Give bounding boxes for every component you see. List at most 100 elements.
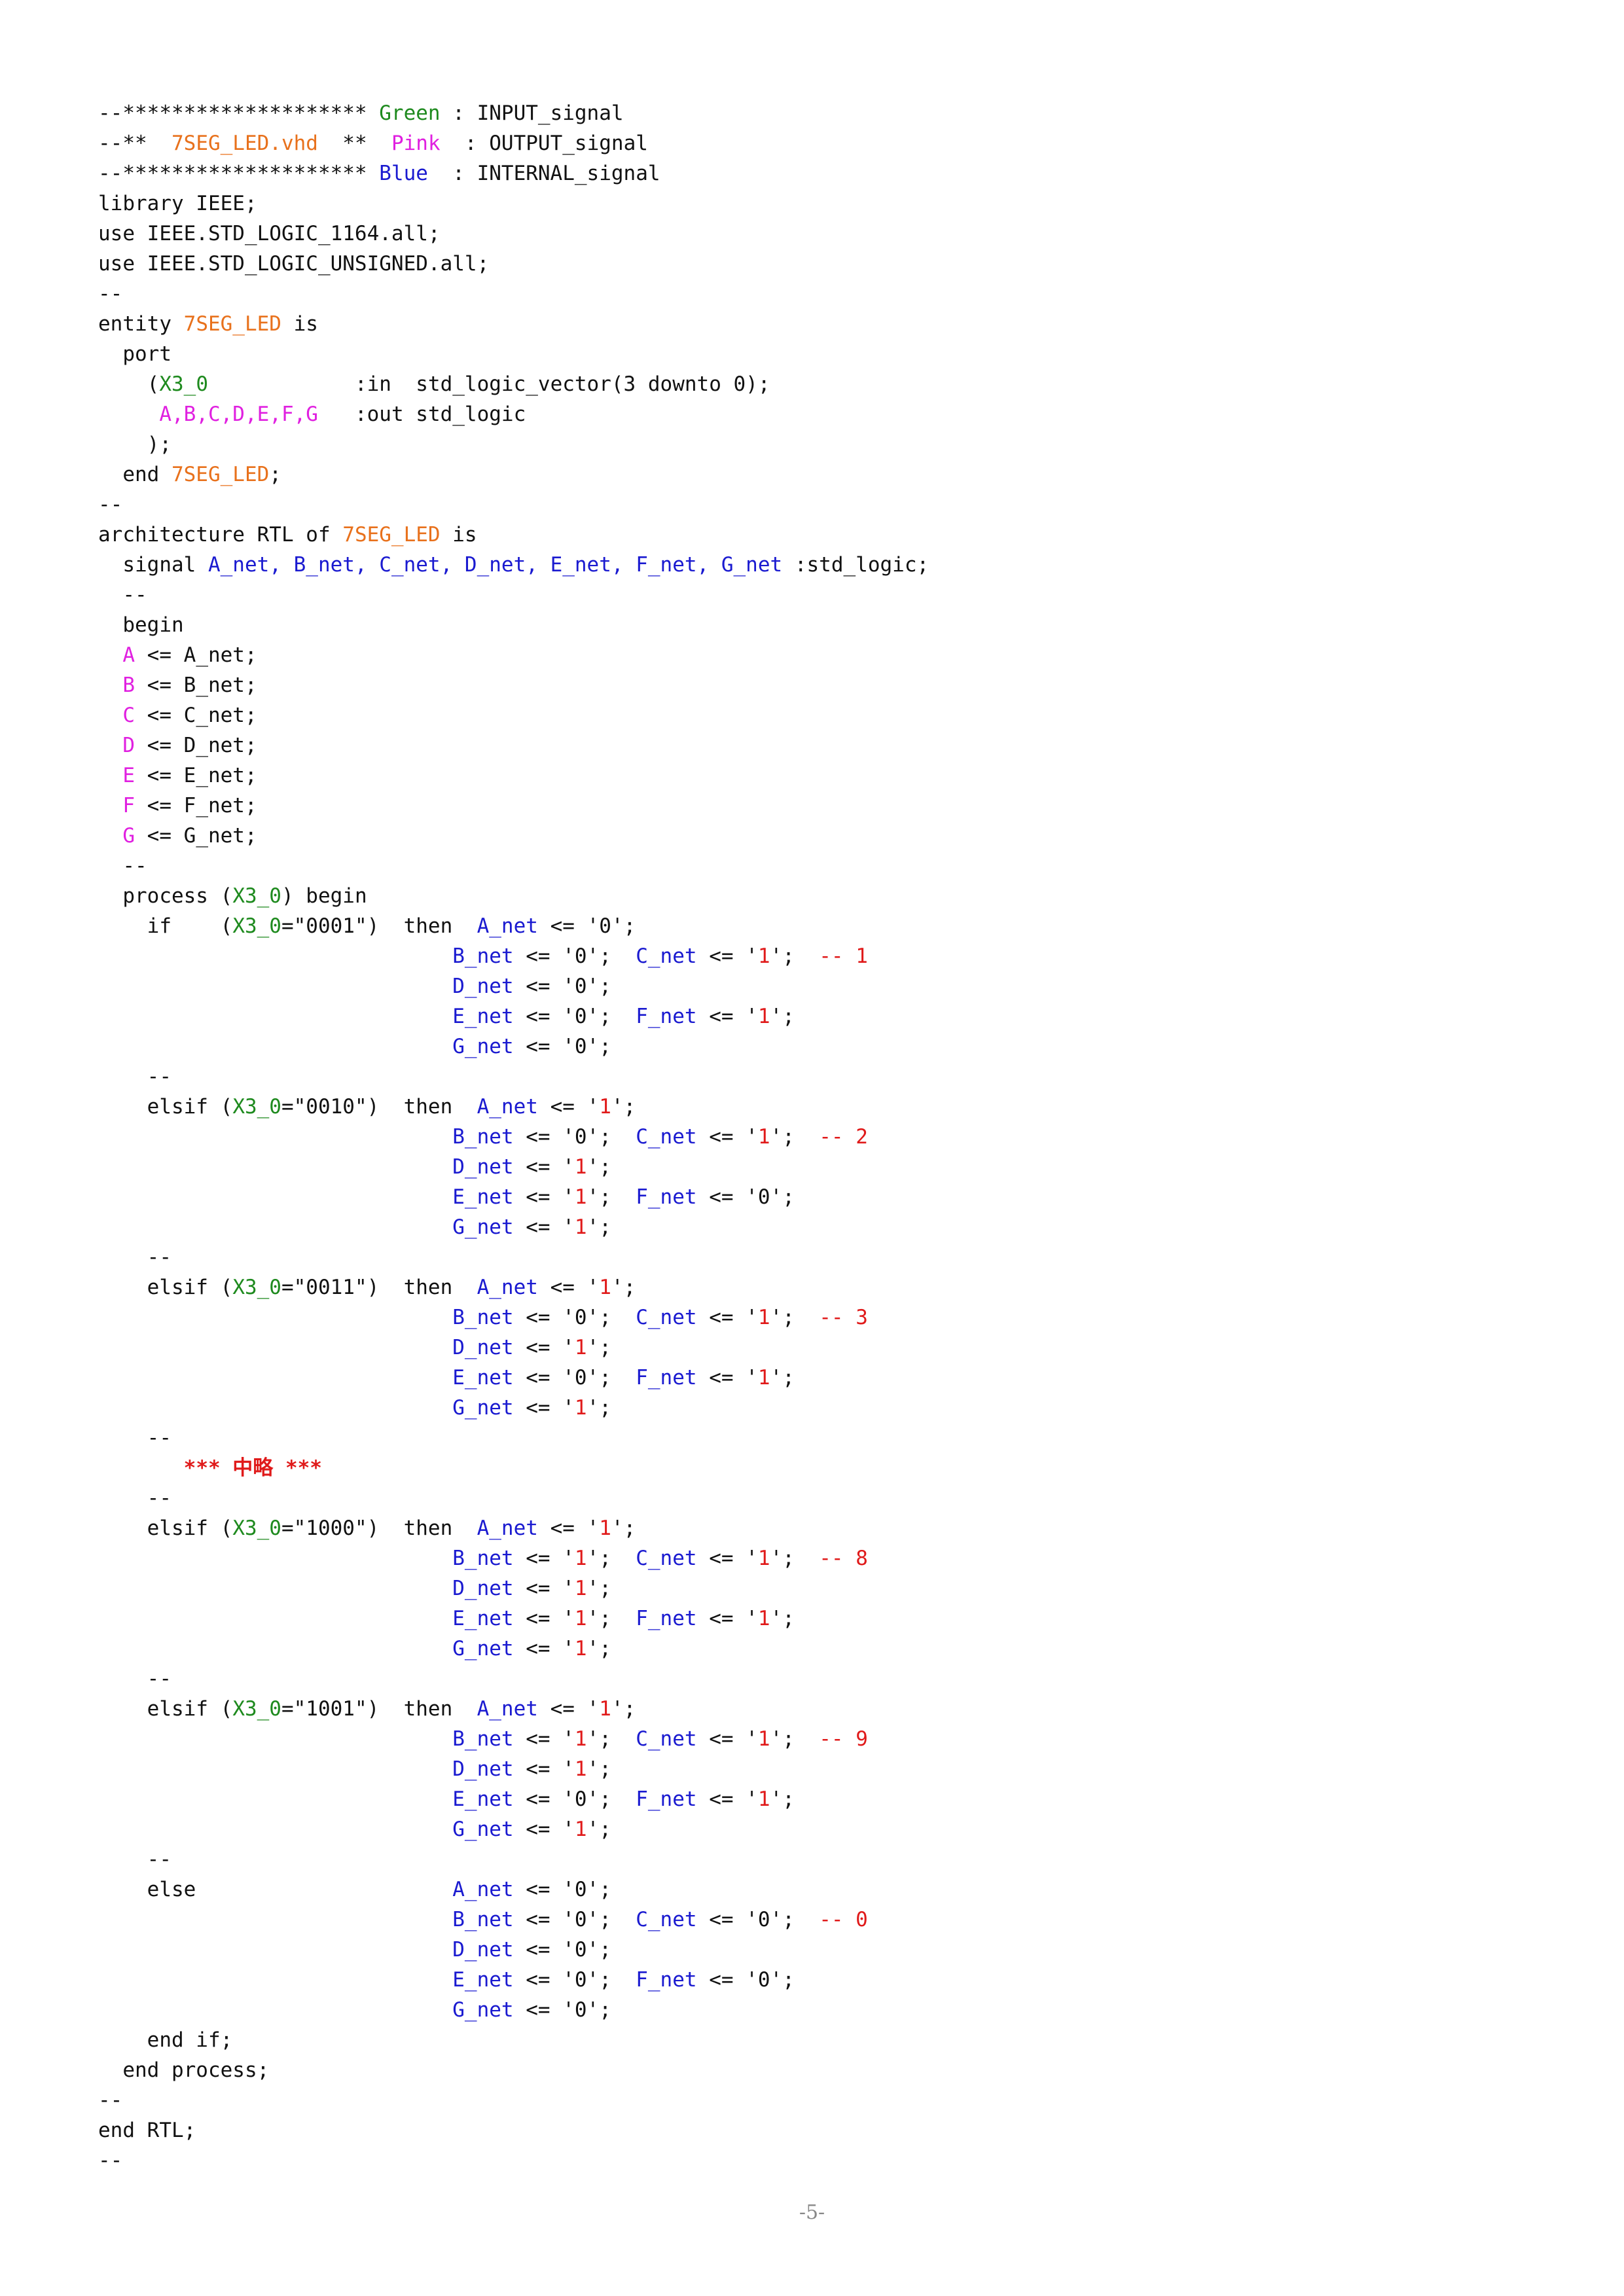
code-token: <= A_net; [135,643,257,667]
code-line: D_net <= '1'; [98,1754,929,1784]
code-token: '; [586,1577,611,1600]
code-token: is [440,523,477,547]
code-line: D_net <= '0'; [98,971,929,1001]
code-line: B_net <= '0'; C_net <= '1'; -- 2 [98,1122,929,1152]
code-token: <= ' [696,1547,758,1570]
code-listing: --******************** Green : INPUT_sig… [98,98,929,2176]
code-token: F_net [636,1607,697,1630]
code-token: E [122,764,135,787]
code-line: G_net <= '1'; [98,1393,929,1423]
code-line: else A_net <= '0'; [98,1874,929,1905]
code-token: Pink [391,132,441,155]
code-line: -- [98,2145,929,2176]
code-token: X3_0 [232,1516,281,1540]
code-line: port [98,339,929,369]
code-token: <= D_net; [135,734,257,757]
code-token: 1 [574,1155,587,1179]
code-line: -- [98,279,929,309]
code-token: 1 [574,1607,587,1630]
code-token: <= '0'; [513,1005,636,1028]
code-token: end process; [98,2058,270,2082]
code-token: <= F_net; [135,794,257,817]
code-token: <= '0'; [513,1968,636,1992]
code-token: <= E_net; [135,764,257,787]
code-token: F [122,794,135,817]
code-token: E_net [452,1005,514,1028]
code-line: use IEEE.STD_LOGIC_1164.all; [98,219,929,249]
code-line: D_net <= '1'; [98,1573,929,1604]
code-line: B_net <= '1'; C_net <= '1'; -- 8 [98,1543,929,1573]
code-token: <= ' [696,1366,758,1390]
code-token: A [122,643,135,667]
code-token: '; [770,1727,820,1751]
code-token: '; [770,1607,795,1630]
code-token: 7SEG_LED [342,523,441,547]
code-token: <= ' [696,944,758,968]
code-line: -- [98,1664,929,1694]
code-token: -- 8 [819,1547,868,1570]
code-line: E_net <= '0'; F_net <= '1'; [98,1001,929,1031]
code-token: B_net [452,1727,514,1751]
code-line: -- [98,1423,929,1453]
code-line: begin [98,610,929,640]
code-token: '; [611,1276,636,1299]
code-token: Blue [379,162,428,185]
code-token: -- 1 [819,944,868,968]
code-token: entity [98,312,184,336]
code-token: <= ' [513,1727,575,1751]
code-line: entity 7SEG_LED is [98,309,929,339]
code-token: <= '0'; [513,975,611,998]
code-token: end RTL; [98,2119,196,2142]
code-token: A_net [477,1276,538,1299]
code-token: G_net [452,1035,514,1058]
code-token: '; [586,1336,611,1359]
code-token: :std_logic; [782,553,929,577]
code-token: G [122,824,135,848]
code-token: '; [770,1005,795,1028]
code-token: B_net [452,1125,514,1149]
code-line: use IEEE.STD_LOGIC_UNSIGNED.all; [98,249,929,279]
code-token: <= '0'; [513,1998,611,2022]
code-token: -- [98,2149,123,2172]
code-token: :out std_logic [317,403,526,426]
code-line: -- [98,1062,929,1092]
code-line: D <= D_net; [98,730,929,761]
code-line: B_net <= '0'; C_net <= '1'; -- 1 [98,941,929,971]
code-token: F_net [636,1005,697,1028]
code-line: B_net <= '0'; C_net <= '1'; -- 3 [98,1302,929,1333]
code-token: E_net [452,1185,514,1209]
code-token: ( [98,372,160,396]
code-token: '; [611,1697,636,1721]
code-token: 1 [599,1697,611,1721]
code-token: ); [98,433,171,456]
code-token: 1 [574,1185,587,1209]
code-token: -- [98,1426,171,1450]
code-token: -- [98,493,123,516]
code-line: ); [98,429,929,459]
code-token: 1 [757,1787,770,1811]
code-line: G_net <= '1'; [98,1212,929,1242]
code-token: library IEEE; [98,192,257,215]
code-token: -- 2 [819,1125,868,1149]
code-token: C_net [636,944,697,968]
code-token: C_net [636,1547,697,1570]
code-token: B_net [452,944,514,968]
code-token: '; [586,1396,611,1420]
code-token: '; [770,944,820,968]
code-token: -- [98,1848,171,1871]
code-token: 1 [757,1607,770,1630]
code-token: -- [98,854,147,878]
